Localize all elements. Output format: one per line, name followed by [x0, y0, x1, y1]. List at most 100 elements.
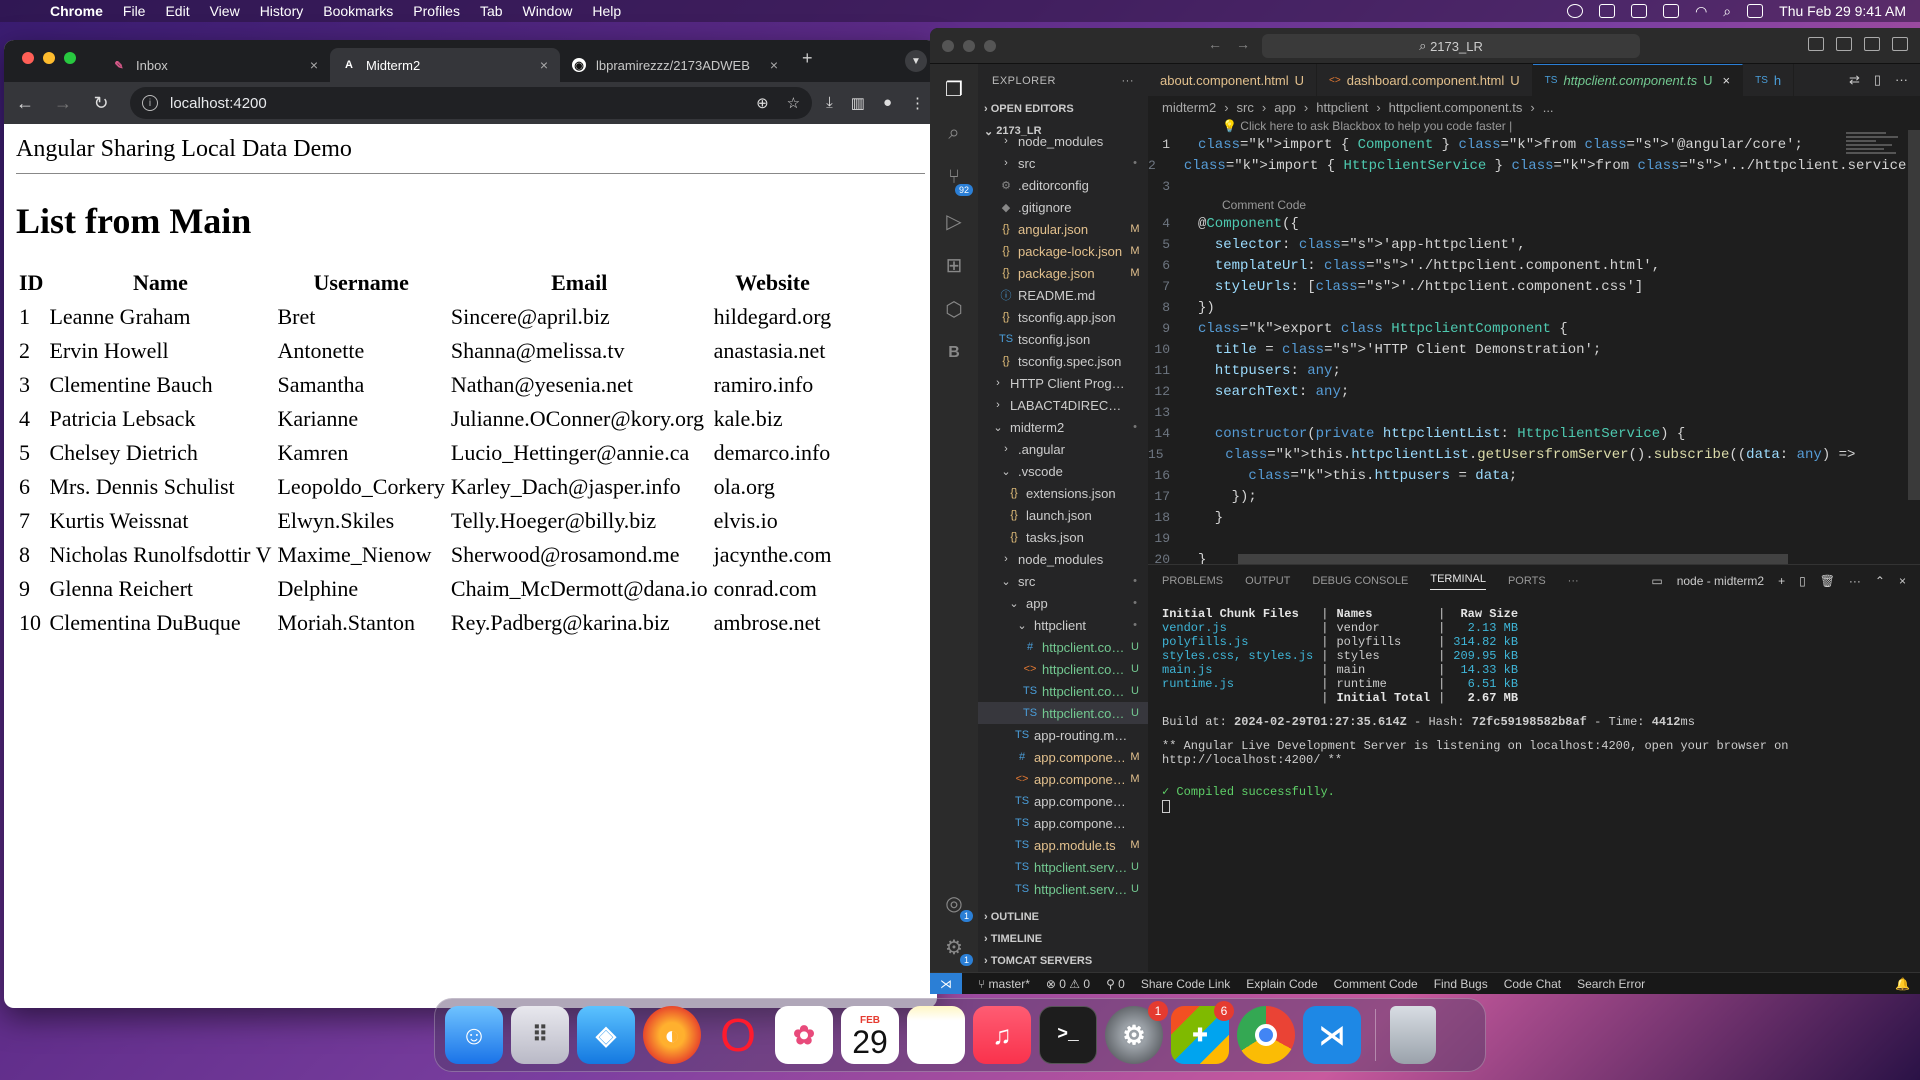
tree-file[interactable]: <> app.component.htmlM: [978, 768, 1148, 790]
chrome-menu-icon[interactable]: ⋮: [910, 94, 925, 112]
customize-layout-icon[interactable]: [1892, 37, 1908, 51]
back-button[interactable]: ←: [16, 93, 34, 114]
maximize-panel-icon[interactable]: ⌃: [1875, 574, 1885, 588]
close-tab-icon[interactable]: ×: [770, 57, 778, 73]
tomcat-servers-section[interactable]: › TOMCAT SERVERS: [978, 950, 1148, 972]
tree-folder[interactable]: ⌄ src •: [978, 570, 1148, 592]
launchpad-icon[interactable]: ⠿: [511, 1006, 569, 1064]
menu-window[interactable]: Window: [523, 3, 573, 19]
code-line[interactable]: 16 class="k">this.httpusers = data;: [1148, 465, 1830, 486]
code-line[interactable]: 6 templateUrl: class="s">'./httpclient.c…: [1148, 255, 1830, 276]
code-line[interactable]: 13: [1148, 402, 1830, 423]
tree-file[interactable]: TS tsconfig.json: [978, 328, 1148, 350]
toggle-panel-icon[interactable]: [1836, 37, 1852, 51]
panel-tab-terminal[interactable]: TERMINAL: [1430, 573, 1486, 590]
finder-icon[interactable]: ☺: [445, 1006, 503, 1064]
breadcrumb-item[interactable]: midterm2: [1162, 100, 1216, 115]
close-window-button[interactable]: [942, 40, 954, 52]
code-line[interactable]: 9 class="k">export class HttpclientCompon…: [1148, 318, 1830, 339]
command-center-search[interactable]: ⌕ 2173_LR: [1262, 34, 1640, 58]
firefox-icon[interactable]: ◐: [643, 1006, 701, 1064]
split-terminal-icon[interactable]: ▯: [1799, 574, 1806, 588]
download-icon[interactable]: ⤓: [826, 94, 833, 112]
new-tab-button[interactable]: +: [802, 48, 813, 76]
system-settings-icon[interactable]: ⚙ 1: [1105, 1001, 1168, 1064]
code-line[interactable]: 7 styleUrls: [class="s">'./httpclient.co…: [1148, 276, 1830, 297]
breadcrumb-item[interactable]: app: [1274, 100, 1296, 115]
zoom-window-button[interactable]: [984, 40, 996, 52]
blackbox-hint[interactable]: 💡 Click here to ask Blackbox to help you…: [1148, 118, 1830, 134]
code-line[interactable]: 19: [1148, 528, 1830, 549]
menu-tab[interactable]: Tab: [480, 3, 503, 19]
tree-file[interactable]: {} tsconfig.app.json: [978, 306, 1148, 328]
terminal-name[interactable]: node - midterm2: [1677, 574, 1764, 588]
code-line[interactable]: 17 });: [1148, 486, 1830, 507]
menu-bookmarks[interactable]: Bookmarks: [323, 3, 393, 19]
close-panel-icon[interactable]: ×: [1899, 574, 1906, 588]
timeline-section[interactable]: › TIMELINE: [978, 928, 1148, 950]
code-line[interactable]: 18 }: [1148, 507, 1830, 528]
tree-folder[interactable]: ⌄ .vscode: [978, 460, 1148, 482]
breadcrumb-item[interactable]: ...: [1543, 100, 1554, 115]
editor-tab-dashboard-html[interactable]: <> dashboard.component.html U: [1317, 64, 1533, 96]
tree-file[interactable]: # httpclient.component.cssU: [978, 636, 1148, 658]
vscode-icon[interactable]: ⋊: [1303, 1006, 1361, 1064]
tree-file[interactable]: {} extensions.json: [978, 482, 1148, 504]
minimize-window-button[interactable]: [963, 40, 975, 52]
new-terminal-icon[interactable]: +: [1778, 574, 1785, 588]
tab-inbox[interactable]: ✎ Inbox ×: [100, 48, 330, 82]
manage-gear-icon[interactable]: ⚙ 1: [941, 934, 973, 966]
notifications-bell-icon[interactable]: 🔔: [1895, 977, 1910, 991]
code-line[interactable]: 1 class="k">import { Component } class="k…: [1148, 134, 1830, 155]
forward-button[interactable]: →: [54, 93, 72, 114]
close-window-button[interactable]: [22, 52, 34, 64]
breadcrumb-item[interactable]: src: [1237, 100, 1254, 115]
tree-file[interactable]: <> httpclient.component.htmlU: [978, 658, 1148, 680]
tree-file[interactable]: TS httpclient.component.tsU: [978, 702, 1148, 724]
compare-icon[interactable]: ⇄: [1849, 72, 1860, 88]
music-icon[interactable]: ♫: [973, 1006, 1031, 1064]
ports-count[interactable]: ⚲ 0: [1106, 977, 1125, 991]
status-find-bugs[interactable]: Find Bugs: [1434, 977, 1488, 991]
tree-folder[interactable]: ⌄ httpclient •: [978, 614, 1148, 636]
tab-midterm2[interactable]: A Midterm2 ×: [330, 48, 560, 82]
zoom-window-button[interactable]: [64, 52, 76, 64]
status-comment-code[interactable]: Comment Code: [1334, 977, 1418, 991]
panel-tab-debug-console[interactable]: DEBUG CONSOLE: [1312, 575, 1408, 587]
breadcrumb-item[interactable]: httpclient.component.ts: [1389, 100, 1523, 115]
tree-folder[interactable]: ⌄ app •: [978, 592, 1148, 614]
panel-tab-output[interactable]: OUTPUT: [1245, 575, 1290, 587]
code-line[interactable]: 15 class="k">this.httpclientList.getUser…: [1148, 444, 1855, 465]
zoom-icon[interactable]: ⊕: [756, 94, 769, 112]
menu-view[interactable]: View: [210, 3, 240, 19]
chrome-icon[interactable]: [1237, 1006, 1295, 1064]
tree-file[interactable]: {} angular.json M: [978, 218, 1148, 240]
tree-file[interactable]: # app.component.cssM: [978, 746, 1148, 768]
menu-app-name[interactable]: Chrome: [50, 3, 103, 19]
bookmark-star-icon[interactable]: ☆: [787, 94, 800, 112]
tree-folder[interactable]: › HTTP Client Programming: [978, 372, 1148, 394]
run-debug-icon[interactable]: ▷: [941, 208, 967, 234]
accounts-icon[interactable]: ◎ 1: [941, 890, 973, 922]
code-editor[interactable]: 💡 Click here to ask Blackbox to help you…: [1148, 118, 1920, 591]
tree-file[interactable]: TS app.component.spec.ts: [978, 790, 1148, 812]
code-line[interactable]: 10 title = class="s">'HTTP Client Demons…: [1148, 339, 1830, 360]
tree-file[interactable]: {} tsconfig.spec.json: [978, 350, 1148, 372]
menu-history[interactable]: History: [260, 3, 304, 19]
tree-file[interactable]: TS httpclient.service.spec.tsU: [978, 856, 1148, 878]
grid-icon[interactable]: [1599, 4, 1616, 18]
tree-file[interactable]: ◆ .gitignore: [978, 196, 1148, 218]
tree-file[interactable]: ⚙ .editorconfig: [978, 174, 1148, 196]
code-line[interactable]: 3: [1148, 176, 1830, 197]
tree-file[interactable]: TS app-routing.module.ts: [978, 724, 1148, 746]
close-tab-icon[interactable]: ×: [540, 57, 548, 73]
menu-clock[interactable]: Thu Feb 29 9:41 AM: [1779, 3, 1906, 19]
apple-icon[interactable]: [14, 3, 28, 19]
git-branch[interactable]: ⑂ master*: [978, 977, 1030, 991]
horizontal-scrollbar[interactable]: [1238, 554, 1788, 564]
toggle-sidebar-icon[interactable]: [1808, 37, 1824, 51]
mute-icon[interactable]: [1663, 4, 1680, 18]
remote-explorer-icon[interactable]: ⬡: [941, 296, 967, 322]
status-code-chat[interactable]: Code Chat: [1504, 977, 1561, 991]
extensions-icon[interactable]: ⊞: [941, 252, 967, 278]
